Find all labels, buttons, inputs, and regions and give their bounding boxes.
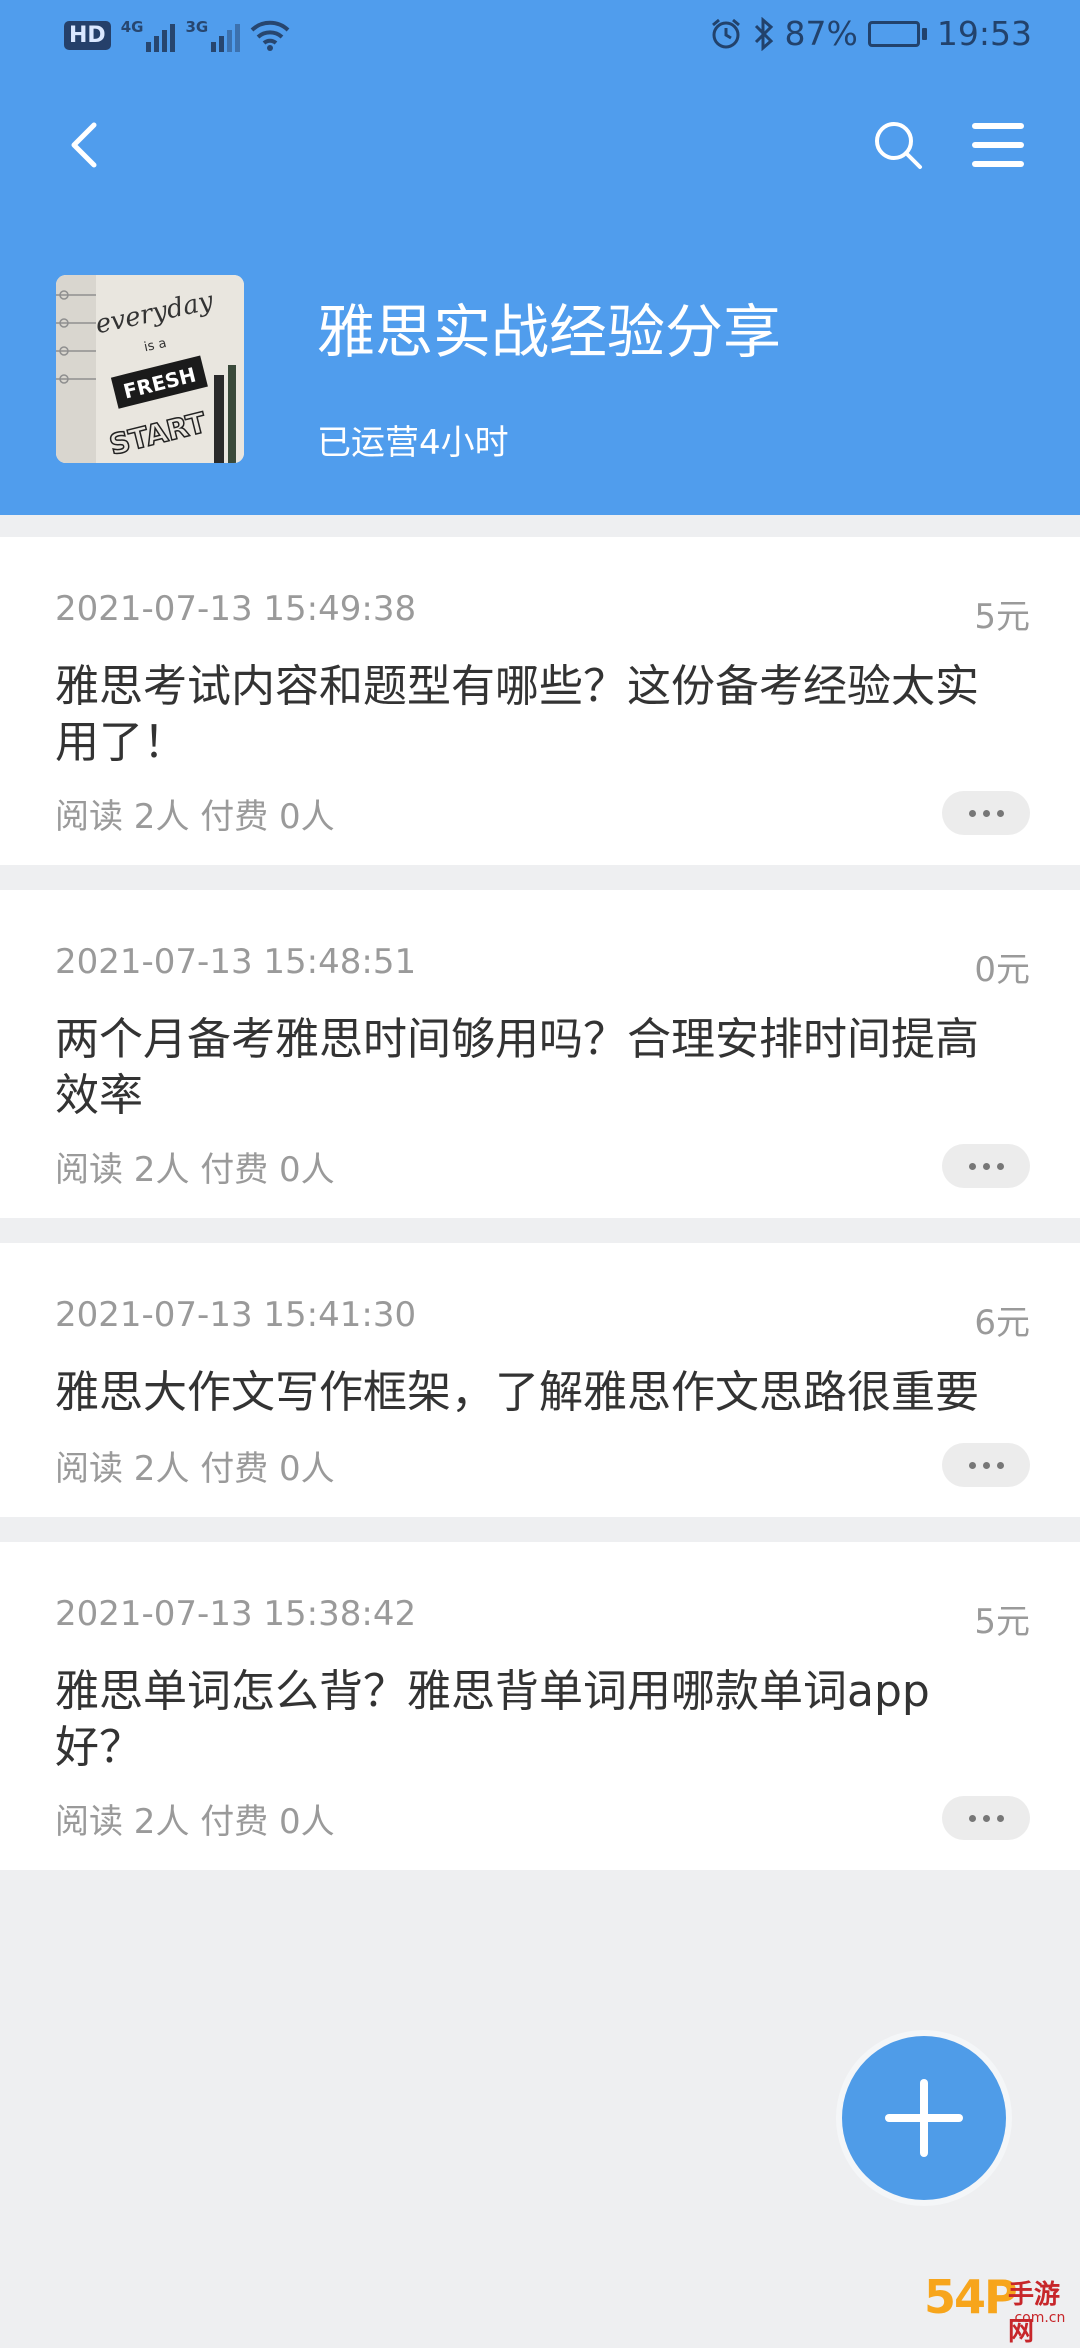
watermark-number: 54P	[924, 2270, 1018, 2324]
more-options-button[interactable]	[942, 791, 1030, 835]
status-left: HD 4G 3G	[64, 18, 290, 52]
column-subtitle: 已运营4小时	[317, 423, 509, 463]
post-card[interactable]: 2021-07-13 15:48:51 0元 两个月备考雅思时间够用吗？合理安排…	[0, 890, 1080, 1218]
more-options-button[interactable]	[942, 1443, 1030, 1487]
post-price: 6元	[974, 1303, 1030, 1343]
bluetooth-icon	[754, 16, 773, 51]
signal-icon: 4G	[121, 18, 176, 52]
post-card[interactable]: 2021-07-13 15:38:42 5元 雅思单词怎么背？雅思背单词用哪款单…	[0, 1542, 1080, 1870]
post-card[interactable]: 2021-07-13 15:41:30 6元 雅思大作文写作框架，了解雅思作文思…	[0, 1243, 1080, 1517]
menu-icon[interactable]	[966, 115, 1030, 175]
cover-artwork: everyday is a FRESH START	[56, 275, 244, 463]
column-cover-image: everyday is a FRESH START	[56, 275, 244, 463]
watermark-domain: .com.cn	[1010, 2310, 1066, 2326]
back-icon[interactable]	[60, 113, 120, 177]
post-stats: 阅读 2人 付费 0人	[55, 797, 335, 837]
post-title[interactable]: 雅思考试内容和题型有哪些？这份备考经验太实用了！	[55, 659, 1015, 771]
post-date: 2021-07-13 15:48:51	[55, 942, 417, 982]
post-price: 0元	[974, 950, 1030, 990]
post-date: 2021-07-13 15:38:42	[55, 1594, 417, 1634]
hd-badge: HD	[64, 20, 111, 50]
network-label-3g: 3G	[185, 18, 209, 36]
post-card[interactable]: 2021-07-13 15:49:38 5元 雅思考试内容和题型有哪些？这份备考…	[0, 537, 1080, 865]
network-label-4g: 4G	[120, 18, 144, 36]
post-price: 5元	[974, 1602, 1030, 1642]
battery-icon	[867, 20, 927, 47]
post-title[interactable]: 雅思单词怎么背？雅思背单词用哪款单词app好？	[55, 1664, 1015, 1776]
more-options-button[interactable]	[942, 1144, 1030, 1188]
clock: 19:53	[936, 14, 1032, 53]
nav-bar	[0, 105, 1080, 185]
search-icon[interactable]	[868, 115, 928, 175]
post-stats: 阅读 2人 付费 0人	[55, 1150, 335, 1190]
alarm-icon	[711, 18, 740, 48]
add-post-button[interactable]	[836, 2030, 1012, 2206]
post-date: 2021-07-13 15:49:38	[55, 589, 417, 629]
status-right: 87% 19:53	[709, 14, 1032, 53]
header: HD 4G 3G 87% 19:53 everyday is a FRESH S…	[0, 0, 1080, 515]
wifi-icon	[250, 20, 290, 51]
post-stats: 阅读 2人 付费 0人	[55, 1449, 335, 1489]
post-date: 2021-07-13 15:41:30	[55, 1295, 417, 1335]
post-price: 5元	[974, 597, 1030, 637]
column-title: 雅思实战经验分享	[317, 298, 782, 366]
battery-percent: 87%	[784, 14, 858, 53]
status-bar: HD 4G 3G 87% 19:53	[0, 0, 1080, 78]
post-title[interactable]: 两个月备考雅思时间够用吗？合理安排时间提高效率	[55, 1012, 1015, 1124]
site-watermark-logo: 54P 手游网 .com.cn	[924, 2270, 1074, 2347]
post-title[interactable]: 雅思大作文写作框架，了解雅思作文思路很重要	[55, 1365, 1015, 1421]
more-options-button[interactable]	[942, 1796, 1030, 1840]
post-stats: 阅读 2人 付费 0人	[55, 1802, 335, 1842]
signal-icon-2: 3G	[185, 18, 241, 52]
